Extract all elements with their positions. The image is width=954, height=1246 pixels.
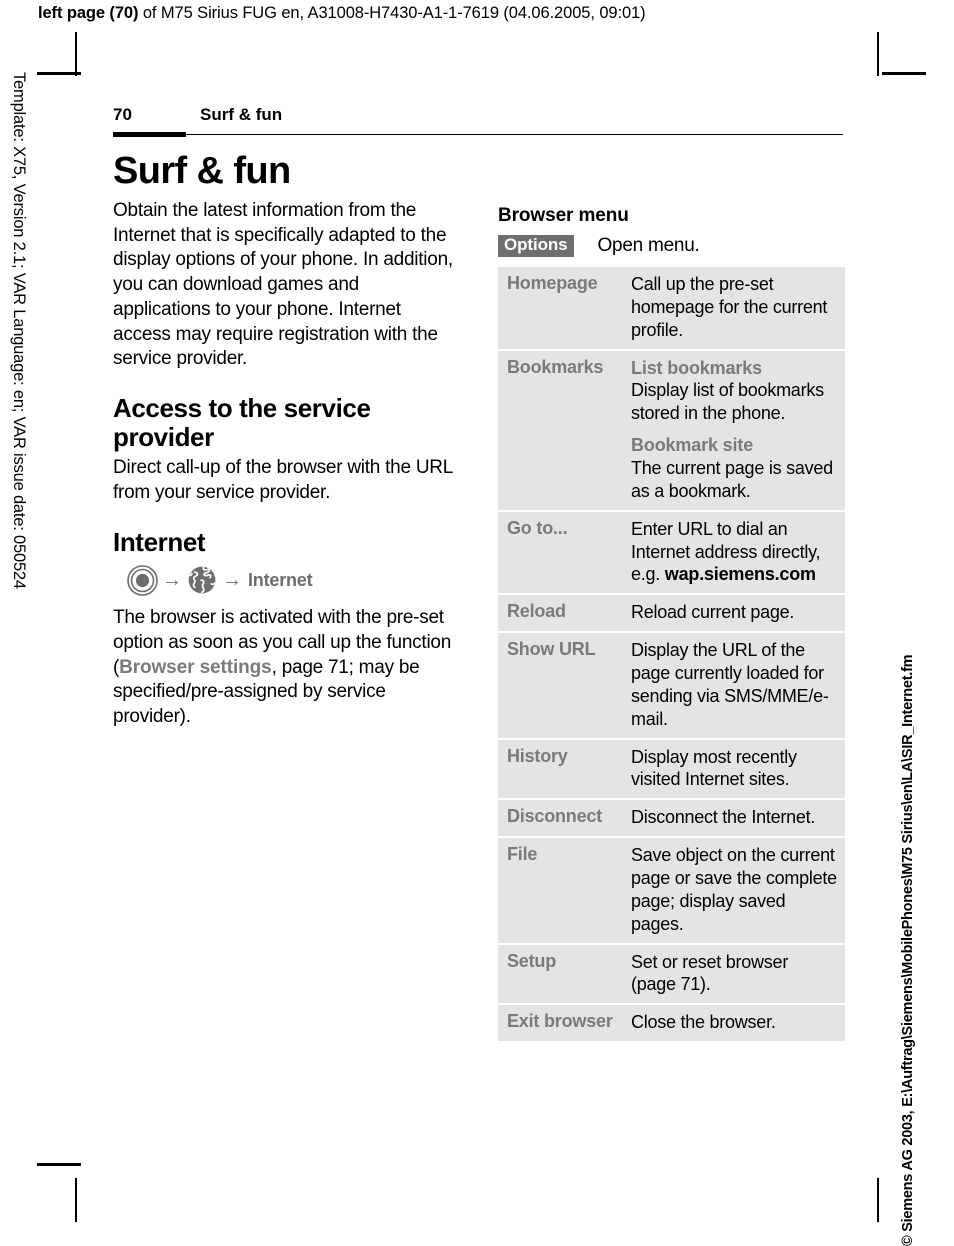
table-row[interactable]: Bookmarks List bookmarks Display list of… [498, 348, 845, 511]
arrow-right-icon-1: → [162, 569, 182, 592]
crop-mark-top-right-vertical [877, 32, 879, 76]
crop-mark-bottom-left-horizontal [37, 1163, 81, 1166]
example-url: wap.siemens.com [664, 564, 816, 585]
heading-access-to-service-provider: Access to the service provider [113, 393, 371, 453]
nav-path-label-internet: Internet [248, 569, 313, 590]
menu-item-description: Enter URL to dial an Internet address di… [624, 509, 845, 595]
table-row[interactable]: History Display most recently visited In… [498, 737, 845, 800]
menu-item-label: Disconnect [498, 798, 624, 838]
table-row[interactable]: Reload Reload current page. [498, 593, 845, 633]
table-row[interactable]: Go to... Enter URL to dial an Internet a… [498, 509, 845, 595]
sub-entry-description: The current page is saved as a bookmark. [631, 458, 833, 501]
menu-item-description: Display most recently visited Internet s… [624, 737, 845, 800]
table-row[interactable]: Show URL Display the URL of the page cur… [498, 631, 845, 739]
menu-item-description: Close the browser. [624, 1003, 845, 1042]
options-description: Open menu. [597, 235, 700, 256]
browser-settings-reference: Browser settings [119, 656, 272, 678]
menu-item-description: Reload current page. [624, 593, 845, 633]
heading-browser-menu: Browser menu [498, 205, 629, 226]
table-row[interactable]: Homepage Call up the pre-set homepage fo… [498, 267, 845, 350]
print-header-doc: of M75 Sirius FUG en, A31008-H7430-A1-1-… [138, 4, 646, 22]
section-title: Surf & fun [200, 105, 283, 124]
menu-item-description: Display the URL of the page currently lo… [624, 631, 845, 739]
print-header-page: left page (70) [38, 4, 139, 22]
menu-item-label: History [498, 737, 624, 800]
arrow-right-icon-2: → [222, 569, 242, 592]
menu-item-description: Set or reset browser (page 71). [624, 942, 845, 1005]
crop-mark-bottom-left-vertical [75, 1178, 77, 1222]
page-title: Surf & fun [113, 150, 291, 192]
menu-item-label: Go to... [498, 509, 624, 595]
sub-entry: List bookmarks Display list of bookmarks… [631, 357, 837, 426]
sub-entry-heading: List bookmarks [631, 357, 762, 378]
print-header: left page (70) of M75 Sirius FUG en, A31… [38, 4, 646, 23]
rule-thick [113, 132, 186, 137]
sub-entry-heading: Bookmark site [631, 435, 754, 456]
table-row[interactable]: Disconnect Disconnect the Internet. [498, 798, 845, 838]
running-head: 70 Surf & fun [113, 105, 843, 139]
menu-item-label: Reload [498, 593, 624, 633]
left-margin-block: Template: X75, Version 2.1; VAR Language… [10, 36, 52, 676]
crop-mark-top-right-horizontal [882, 72, 926, 75]
crop-mark-bottom-right-vertical [877, 1178, 879, 1222]
table-row[interactable]: Setup Set or reset browser (page 71). [498, 942, 845, 1005]
rule-thin [186, 134, 843, 136]
menu-item-description: Call up the pre-set homepage for the cur… [631, 274, 828, 340]
menu-item-label: Show URL [498, 631, 624, 739]
head-rules [113, 132, 843, 139]
menu-item-description: List bookmarks Display list of bookmarks… [624, 348, 845, 511]
globe-icon [186, 565, 218, 595]
navigation-path: → → Internet [127, 563, 458, 597]
browser-menu-table: Homepage Call up the pre-set homepage fo… [498, 267, 845, 1042]
table-row[interactable]: Exit browser Close the browser. [498, 1003, 845, 1042]
menu-item-label: File [498, 836, 624, 944]
table-row[interactable]: File Save object on the current page or … [498, 836, 845, 944]
right-margin-block: © Siemens AG 2003, E:\Auftrag\Siemens\Mo… [900, 655, 926, 1246]
options-row: Options Open menu. [498, 233, 845, 259]
template-info-text: Template: X75, Version 2.1; VAR Language… [10, 72, 28, 589]
menu-item-description: Disconnect the Internet. [624, 798, 845, 838]
access-paragraph: Direct call-up of the browser with the U… [113, 457, 453, 504]
sub-entry-description: Display list of bookmarks stored in the … [631, 380, 824, 424]
menu-item-description: Save object on the current page or save … [624, 836, 845, 944]
right-column: Browser menu Options Open menu. Homepage… [498, 205, 845, 1042]
intro-paragraph: Obtain the latest information from the I… [113, 199, 453, 370]
menu-item-label: Bookmarks [498, 348, 624, 511]
left-column: Surf & fun Obtain the latest information… [113, 152, 458, 732]
menu-item-label: Homepage [507, 273, 598, 293]
navigation-key-icon [127, 564, 158, 596]
sub-entry: Bookmark site The current page is saved … [631, 434, 837, 503]
menu-item-label: Exit browser [498, 1003, 624, 1042]
menu-item-label: Setup [498, 942, 624, 1005]
crop-mark-top-left-vertical [75, 32, 77, 76]
heading-internet: Internet [113, 527, 206, 557]
copyright-path-text: © Siemens AG 2003, E:\Auftrag\Siemens\Mo… [900, 654, 916, 1246]
options-softkey-badge[interactable]: Options [498, 234, 574, 258]
browser-activation-paragraph: The browser is activated with the pre-se… [113, 606, 458, 730]
page-number: 70 [113, 105, 132, 124]
